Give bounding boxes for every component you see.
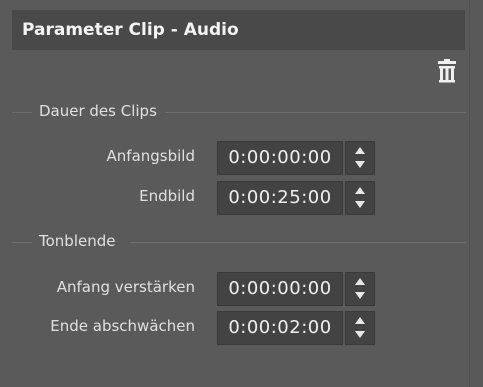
increment-arrow-icon[interactable] [346, 142, 374, 158]
section-label: Tonblende [39, 232, 116, 250]
end-frame-stepper[interactable] [345, 181, 375, 215]
panel-header: Parameter Clip - Audio [12, 10, 465, 50]
section-clip-duration: Dauer des Clips [12, 102, 466, 122]
section-audio-fade: Tonblende [12, 232, 466, 252]
start-frame-field[interactable]: 0:00:00:00 [217, 141, 343, 175]
trash-icon[interactable] [436, 59, 458, 83]
scrollbar-track[interactable] [469, 0, 483, 387]
divider [12, 242, 32, 243]
decrement-arrow-icon[interactable] [346, 198, 374, 214]
fade-in-stepper[interactable] [345, 272, 375, 306]
fade-out-label: Ende abschwächen [50, 317, 195, 335]
start-frame-stepper[interactable] [345, 141, 375, 175]
fade-in-field[interactable]: 0:00:00:00 [217, 272, 343, 306]
increment-arrow-icon[interactable] [346, 312, 374, 328]
decrement-arrow-icon[interactable] [346, 289, 374, 305]
divider [12, 112, 32, 113]
divider [165, 112, 466, 113]
fade-out-stepper[interactable] [345, 311, 375, 345]
panel-title: Parameter Clip - Audio [22, 20, 239, 40]
fade-out-field[interactable]: 0:00:02:00 [217, 311, 343, 345]
end-frame-label: Endbild [139, 187, 195, 205]
increment-arrow-icon[interactable] [346, 273, 374, 289]
end-frame-field[interactable]: 0:00:25:00 [217, 181, 343, 215]
clip-parameter-panel: Parameter Clip - Audio Dauer des Clips A… [0, 0, 470, 387]
fade-in-label: Anfang verstärken [56, 278, 195, 296]
decrement-arrow-icon[interactable] [346, 328, 374, 344]
start-frame-label: Anfangsbild [106, 147, 195, 165]
increment-arrow-icon[interactable] [346, 182, 374, 198]
decrement-arrow-icon[interactable] [346, 158, 374, 174]
section-label: Dauer des Clips [39, 102, 157, 120]
divider [130, 242, 466, 243]
